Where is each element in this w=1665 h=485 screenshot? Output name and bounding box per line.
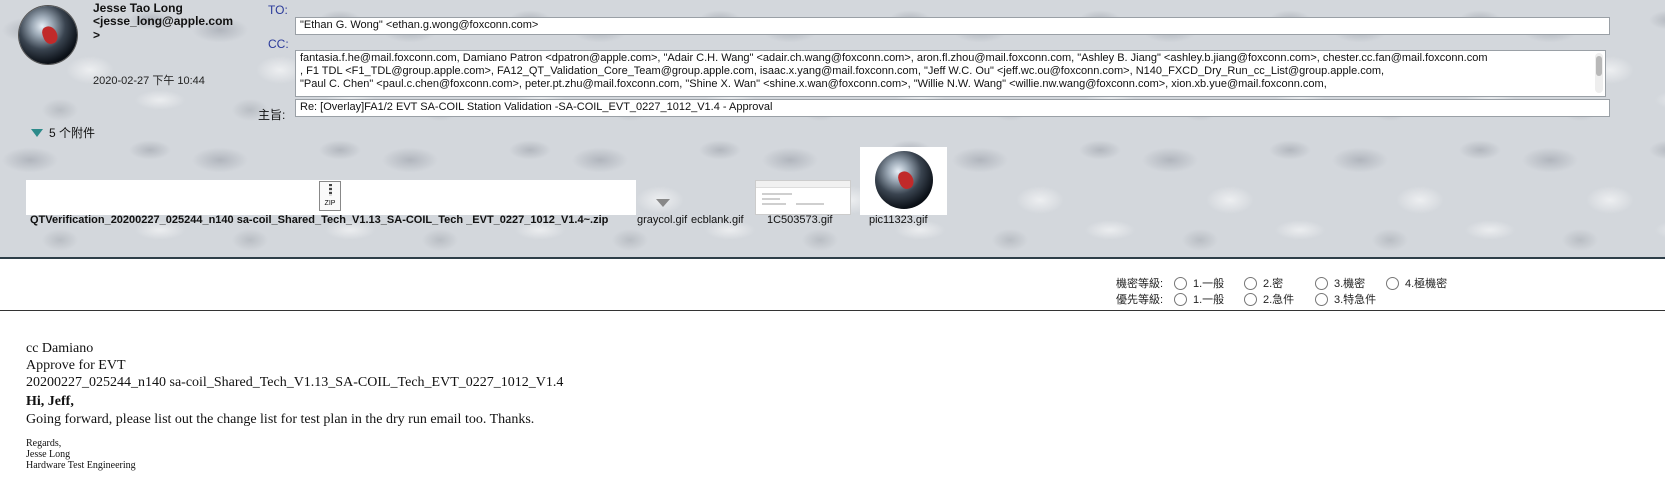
attachment-name-graycol[interactable]: graycol.gif bbox=[637, 214, 687, 226]
option-label: 2.密 bbox=[1263, 278, 1284, 290]
priority-label: 優先等級: bbox=[1116, 294, 1164, 306]
body-greeting: Hi, Jeff, bbox=[26, 394, 74, 409]
option-label: 1.一般 bbox=[1193, 278, 1225, 290]
signature-regards: Regards, bbox=[26, 438, 62, 449]
radio-button[interactable] bbox=[1315, 276, 1328, 290]
radio-button[interactable] bbox=[1174, 276, 1187, 290]
option-label: 4.極機密 bbox=[1405, 278, 1448, 290]
confidentiality-label: 機密等級: bbox=[1116, 278, 1164, 290]
cc-line: "Paul C. Chen" <paul.c.chen@foxconn.com>… bbox=[300, 78, 1327, 90]
sender-email[interactable]: <jesse_long@apple.com > bbox=[93, 14, 233, 42]
email-header: Jesse Tao Long <jesse_long@apple.com > 2… bbox=[0, 0, 1665, 259]
dropdown-arrow-icon[interactable] bbox=[656, 199, 670, 207]
subject-label: 主旨: bbox=[258, 108, 286, 122]
attachments-toggle[interactable]: 5 个附件 bbox=[31, 124, 95, 141]
attachment-name-pic11323[interactable]: pic11323.gif bbox=[869, 214, 928, 226]
signature-name: Jesse Long bbox=[26, 449, 71, 460]
zip-icon-text: ZIP bbox=[324, 200, 336, 207]
disclosure-triangle-icon bbox=[31, 128, 43, 137]
confidentiality-row: 機密等級: 1.一般 2.密 3.機密 4.極機密 bbox=[1116, 275, 1447, 291]
option-label: 3.機密 bbox=[1334, 278, 1366, 290]
confidentiality-option-4[interactable]: 4.極機密 bbox=[1386, 275, 1447, 291]
cc-line: , F1 TDL <F1_TDL@group.apple.com>, FA12_… bbox=[300, 65, 1385, 77]
to-field[interactable]: "Ethan G. Wong" <ethan.g.wong@foxconn.co… bbox=[295, 17, 1610, 35]
attachment-name-ecblank[interactable]: ecblank.gif bbox=[691, 214, 744, 226]
attachments-count-label: 5 个附件 bbox=[49, 126, 96, 140]
option-label: 1.一般 bbox=[1193, 294, 1225, 306]
to-label: TO: bbox=[268, 3, 288, 17]
zip-icon[interactable]: ZIP bbox=[319, 181, 341, 211]
body-message: Going forward, please list out the chang… bbox=[26, 412, 535, 427]
attachment-name-zip[interactable]: QTVerification_20200227_025244_n140 sa-c… bbox=[30, 214, 608, 226]
confidentiality-option-1[interactable]: 1.一般 bbox=[1174, 275, 1244, 291]
radio-button[interactable] bbox=[1386, 276, 1399, 290]
sender-email-end: > bbox=[93, 28, 101, 42]
divider bbox=[0, 310, 1665, 311]
subject-field[interactable]: Re: [Overlay]FA1/2 EVT SA-COIL Station V… bbox=[295, 99, 1610, 117]
attachment-name-1c503573[interactable]: 1C503573.gif bbox=[767, 214, 832, 226]
priority-option-2[interactable]: 2.急件 bbox=[1244, 291, 1315, 307]
screenshot-thumbnail[interactable] bbox=[755, 180, 851, 215]
priority-option-1[interactable]: 1.一般 bbox=[1174, 291, 1244, 307]
confidentiality-option-2[interactable]: 2.密 bbox=[1244, 275, 1315, 291]
cc-label: CC: bbox=[268, 37, 289, 51]
option-label: 2.急件 bbox=[1263, 294, 1295, 306]
sent-date: 2020-02-27 下午 10:44 bbox=[93, 75, 205, 87]
option-label: 3.特急件 bbox=[1334, 294, 1377, 306]
body-line-approve: Approve for EVT bbox=[26, 358, 126, 373]
sender-avatar[interactable] bbox=[19, 6, 77, 64]
globe-thumbnail[interactable] bbox=[860, 147, 947, 215]
cc-scrollbar[interactable] bbox=[1595, 53, 1603, 93]
sender-name: Jesse Tao Long bbox=[93, 1, 183, 15]
cc-field[interactable]: fantasia.f.he@mail.foxconn.com, Damiano … bbox=[295, 50, 1606, 97]
priority-option-3[interactable]: 3.特急件 bbox=[1315, 291, 1376, 307]
priority-row: 優先等級: 1.一般 2.急件 3.特急件 bbox=[1116, 291, 1376, 307]
radio-button[interactable] bbox=[1244, 292, 1257, 306]
radio-button[interactable] bbox=[1174, 292, 1187, 306]
sender-email-text: <jesse_long@apple.com bbox=[93, 14, 234, 28]
cc-line: fantasia.f.he@mail.foxconn.com, Damiano … bbox=[300, 52, 1488, 64]
signature-dept-line: Hardware Test Engineering bbox=[26, 460, 136, 471]
body-line-filename: 20200227_025244_n140 sa-coil_Shared_Tech… bbox=[26, 375, 564, 390]
signature-dept: Hardware Test Engineering bbox=[26, 460, 136, 471]
radio-button[interactable] bbox=[1244, 276, 1257, 290]
confidentiality-option-3[interactable]: 3.機密 bbox=[1315, 275, 1386, 291]
body-line-cc: cc Damiano bbox=[26, 341, 94, 356]
radio-button[interactable] bbox=[1315, 292, 1328, 306]
